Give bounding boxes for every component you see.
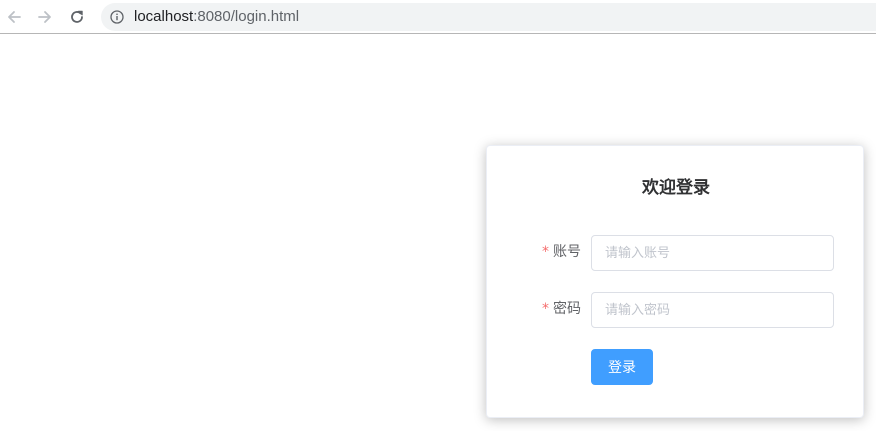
login-button[interactable]: 登录 [591,349,653,385]
account-label-text: 账号 [553,244,581,260]
required-mark: * [542,244,549,260]
forward-button[interactable] [35,7,55,27]
reload-icon [71,10,83,23]
url-text[interactable]: localhost:8080/login.html [134,8,299,26]
login-title: 欢迎登录 [642,178,710,198]
account-label: * 账号 [527,242,581,262]
account-input[interactable] [591,235,834,271]
required-mark: * [542,301,549,317]
info-icon[interactable] [110,10,124,24]
address-bar[interactable]: localhost:8080/login.html [101,3,876,31]
url-host: localhost [134,8,194,25]
reload-button[interactable] [67,7,87,27]
password-label-text: 密码 [553,301,581,317]
url-path: :8080/login.html [193,8,300,25]
back-button[interactable] [4,7,24,27]
password-label: * 密码 [527,299,581,319]
password-input[interactable] [591,292,834,328]
browser-toolbar: localhost:8080/login.html [0,0,876,34]
login-card: 欢迎登录 *账号 *密码 登录 [486,145,864,418]
arrow-right-icon [38,11,51,23]
arrow-left-icon [8,11,21,23]
